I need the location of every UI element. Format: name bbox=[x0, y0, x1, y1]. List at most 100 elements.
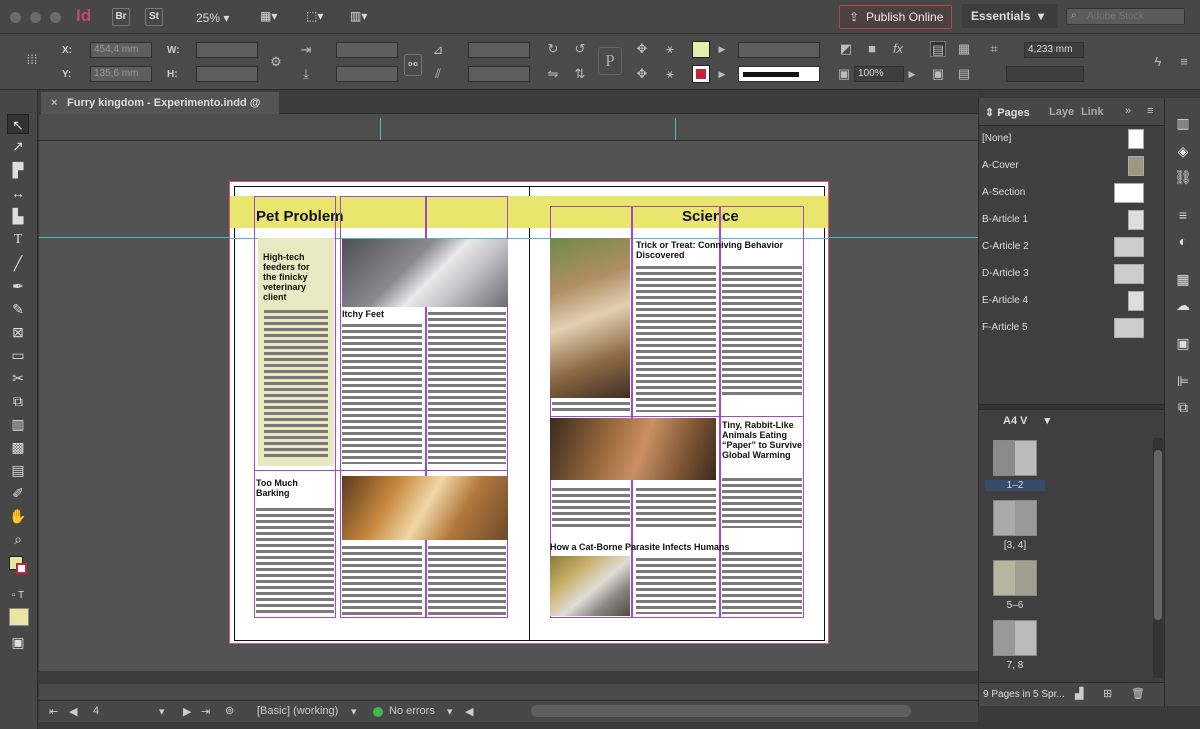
line-tool-icon[interactable]: ╱ bbox=[7, 253, 29, 273]
body-text-rabbit-col2[interactable] bbox=[636, 488, 716, 528]
corner-shape-dropdown[interactable] bbox=[1006, 66, 1084, 82]
master-none[interactable]: [None] bbox=[982, 125, 1152, 152]
select-next-icon[interactable]: ⚹ bbox=[662, 66, 678, 82]
panel-menu-icon[interactable]: ≡ bbox=[1176, 54, 1192, 70]
body-text-cat-col1[interactable] bbox=[636, 558, 716, 614]
spread-thumbnail-5-6[interactable] bbox=[993, 560, 1037, 596]
stock-search-input[interactable] bbox=[1087, 10, 1181, 23]
pages-panel-icon[interactable]: ▥ bbox=[1174, 114, 1192, 132]
pages-scrollbar[interactable] bbox=[1153, 438, 1163, 678]
scale-y-field[interactable] bbox=[336, 66, 398, 82]
new-page-icon[interactable]: ⊞ bbox=[1103, 687, 1112, 700]
selection-tool-icon[interactable]: ↖ bbox=[7, 114, 29, 134]
dog-portrait-photo[interactable] bbox=[550, 238, 630, 398]
flip-vertical-icon[interactable]: ⇅ bbox=[572, 66, 588, 82]
layers-panel-icon[interactable]: ◈ bbox=[1174, 142, 1192, 160]
stroke-panel-icon[interactable]: ≡ bbox=[1174, 206, 1192, 224]
cc-libraries-icon[interactable]: ☁ bbox=[1174, 296, 1192, 314]
rotation-field[interactable] bbox=[468, 42, 530, 58]
x-position-field[interactable]: 454,4 mm bbox=[90, 42, 152, 58]
scale-x-field[interactable] bbox=[336, 42, 398, 58]
headline-feeders[interactable]: High-tech feeders for the finicky veteri… bbox=[263, 252, 323, 302]
body-text-sidebar[interactable] bbox=[264, 310, 328, 460]
master-a-cover[interactable]: A-Cover bbox=[982, 152, 1152, 179]
body-text-cat-col2[interactable] bbox=[722, 552, 802, 614]
text-frame-options-icon[interactable]: ▦ bbox=[956, 41, 972, 57]
fx-icon[interactable]: fx bbox=[890, 41, 906, 57]
pika-photo[interactable] bbox=[550, 418, 716, 480]
master-e-article-4[interactable]: E-Article 4 bbox=[982, 287, 1152, 314]
headline-rabbit[interactable]: Tiny, Rabbit-Like Animals Eating “Paper”… bbox=[722, 420, 804, 460]
spread-thumbnail-3-4[interactable] bbox=[993, 500, 1037, 536]
page-size-icon[interactable]: ▟ bbox=[1075, 687, 1083, 700]
master-d-article-3[interactable]: D-Article 3 bbox=[982, 260, 1152, 287]
rotate-cw-icon[interactable]: ↻ bbox=[545, 41, 561, 57]
hand-tool-icon[interactable]: ✋ bbox=[7, 506, 29, 526]
close-window-button[interactable] bbox=[10, 12, 21, 23]
shear-field[interactable] bbox=[468, 66, 530, 82]
scroll-left-icon[interactable]: ◀ bbox=[465, 705, 473, 718]
horizontal-scrollbar[interactable] bbox=[39, 672, 978, 700]
quick-apply-icon[interactable]: ϟ bbox=[1150, 54, 1166, 70]
next-page-icon[interactable]: ▶ bbox=[183, 705, 191, 718]
body-text-trick-col1[interactable] bbox=[636, 266, 716, 412]
stock-search-field[interactable]: ⌕ bbox=[1066, 8, 1185, 25]
arrange-documents-dropdown[interactable]: ▥▾ bbox=[350, 9, 367, 23]
close-tab-icon[interactable]: × bbox=[51, 92, 57, 114]
select-content-icon[interactable]: ⚹ bbox=[662, 41, 678, 57]
stroke-type-dropdown[interactable] bbox=[738, 66, 820, 82]
swatches-panel-icon[interactable]: ◐ bbox=[1174, 232, 1192, 250]
rotate-ccw-icon[interactable]: ↺ bbox=[572, 41, 588, 57]
zoom-dropdown[interactable]: 25% ▾ bbox=[196, 11, 229, 25]
auto-fit-icon[interactable]: ▣ bbox=[930, 66, 946, 82]
pen-tool-icon[interactable]: ✒ bbox=[7, 276, 29, 296]
note-tool-icon[interactable]: ▤ bbox=[7, 460, 29, 480]
stroke-swatch-arrow-icon[interactable]: ▶ bbox=[714, 66, 730, 82]
page-tool-icon[interactable]: ▛ bbox=[7, 160, 29, 180]
fit-frame-icon[interactable]: ▤ bbox=[956, 66, 972, 82]
horizontal-ruler[interactable] bbox=[39, 114, 978, 141]
color-panel-icon[interactable]: ▦ bbox=[1174, 270, 1192, 288]
view-options-dropdown[interactable]: ▦▾ bbox=[260, 9, 277, 23]
first-page-icon[interactable]: ⇤ bbox=[49, 705, 58, 718]
spread[interactable]: Pet Problem High-tech feeders for the fi… bbox=[229, 181, 829, 644]
direct-selection-tool-icon[interactable]: ↗ bbox=[7, 136, 29, 156]
dog-on-log-photo[interactable] bbox=[342, 476, 508, 540]
content-collector-icon[interactable]: ▙ bbox=[7, 206, 29, 226]
links-panel-icon[interactable]: ⛓ bbox=[1174, 168, 1192, 186]
stroke-color-swatch[interactable] bbox=[16, 563, 27, 574]
body-text-barking-col1[interactable] bbox=[256, 508, 334, 616]
cat-photo[interactable] bbox=[550, 556, 630, 616]
scissors-tool-icon[interactable]: ✂ bbox=[7, 368, 29, 388]
zoom-window-button[interactable] bbox=[50, 12, 61, 23]
gap-tool-icon[interactable]: ↔ bbox=[7, 183, 29, 203]
eyedropper-tool-icon[interactable]: ✐ bbox=[7, 483, 29, 503]
pencil-tool-icon[interactable]: ✎ bbox=[7, 299, 29, 319]
previous-page-icon[interactable]: ◀ bbox=[69, 705, 77, 718]
publish-online-button[interactable]: ⇪ Publish Online bbox=[839, 5, 952, 29]
spread-thumbnail-1-2[interactable] bbox=[993, 440, 1037, 476]
body-text-rabbit-col3[interactable] bbox=[722, 478, 802, 528]
delete-page-icon[interactable]: 🗑 bbox=[1131, 687, 1145, 700]
flip-horizontal-icon[interactable]: ⇋ bbox=[545, 66, 561, 82]
fill-swatch-arrow-icon[interactable]: ▶ bbox=[714, 41, 730, 57]
opacity-arrow-icon[interactable]: ▶ bbox=[904, 66, 920, 82]
height-field[interactable] bbox=[196, 66, 258, 82]
workspace-switcher[interactable]: Essentials ▾ bbox=[962, 4, 1058, 28]
rectangle-tool-icon[interactable]: ▭ bbox=[7, 345, 29, 365]
chevron-down-icon[interactable]: ▾ bbox=[447, 705, 453, 718]
chevron-down-icon[interactable]: ▾ bbox=[351, 705, 357, 718]
headline-itchy[interactable]: Itchy Feet bbox=[342, 309, 384, 319]
tab-pages[interactable]: ⇕ Pages bbox=[985, 106, 1030, 119]
pages-scroll-thumb[interactable] bbox=[1154, 450, 1162, 620]
tab-links[interactable]: Link bbox=[1081, 106, 1104, 118]
constrain-proportions-icon[interactable]: ⚙ bbox=[268, 54, 284, 70]
bridge-button[interactable]: Br bbox=[112, 8, 130, 26]
pathfinder-panel-icon[interactable]: ⧉ bbox=[1174, 398, 1192, 416]
panel-divider[interactable] bbox=[979, 404, 1165, 410]
body-text-itchy-col2[interactable] bbox=[428, 312, 506, 464]
zoom-tool-icon[interactable]: ⌕ bbox=[7, 529, 29, 549]
master-c-article-2[interactable]: C-Article 2 bbox=[982, 233, 1152, 260]
gradient-feather-tool-icon[interactable]: ▩ bbox=[7, 437, 29, 457]
preflight-profile[interactable]: [Basic] (working) bbox=[257, 705, 338, 717]
